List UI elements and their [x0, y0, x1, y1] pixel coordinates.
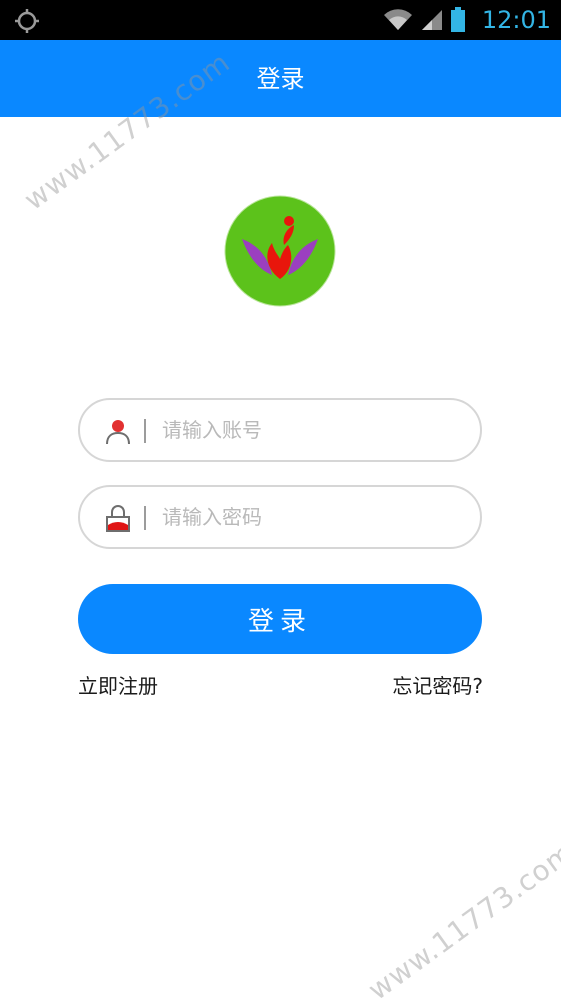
user-icon: [106, 420, 130, 445]
wifi-icon: [383, 9, 412, 31]
forgot-password-link[interactable]: 忘记密码?: [392, 672, 483, 700]
lotus-logo-icon: [224, 195, 336, 307]
password-placeholder: 请输入密码: [162, 505, 262, 529]
input-divider: [144, 506, 146, 530]
status-icons: 12:01: [382, 6, 551, 34]
login-button-label: 登录: [247, 606, 312, 637]
status-bar: 12:01: [0, 0, 561, 40]
app-logo: [224, 195, 336, 307]
app-bar: 登录: [0, 40, 561, 117]
location-icon: [15, 9, 39, 33]
login-button[interactable]: 登录: [78, 584, 482, 654]
watermark-bottom: www.11773.com: [362, 835, 561, 1007]
status-time: 12:01: [481, 6, 551, 34]
signal-icon: [421, 10, 442, 30]
battery-icon: [450, 7, 465, 32]
page-title: 登录: [256, 64, 305, 93]
register-link[interactable]: 立即注册: [78, 672, 158, 700]
password-input[interactable]: 请输入密码: [78, 485, 482, 549]
account-input[interactable]: 请输入账号: [78, 398, 482, 462]
lock-icon: [106, 505, 130, 532]
account-placeholder: 请输入账号: [162, 418, 262, 442]
input-divider: [144, 419, 146, 443]
